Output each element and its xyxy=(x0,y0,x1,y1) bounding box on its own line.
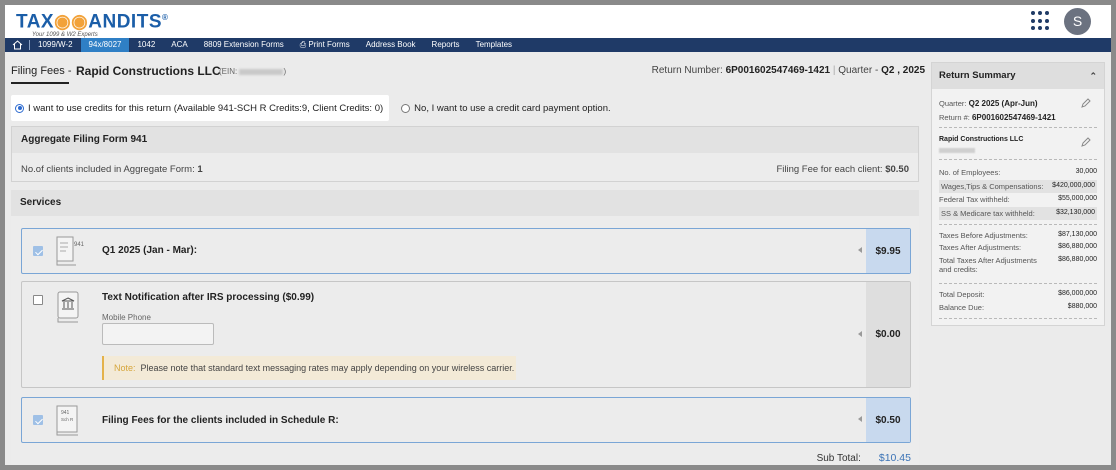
services-title: Services xyxy=(11,190,919,216)
summary-row: Taxes Before Adjustments: $87,130,000 xyxy=(939,231,1097,240)
service-schr-price: $0.50 xyxy=(866,398,910,442)
top-bar: TAX◉◉ANDITS® Your 1099 & W2 Experts S xyxy=(5,5,1111,38)
services-card: Services 941 Q1 2025 (Jan - Mar): $9.95 xyxy=(11,190,919,465)
filing-fees-label: Filing Fees - xyxy=(11,65,72,77)
nav-item-aca[interactable]: ACA xyxy=(163,38,195,52)
nav-item-94x-8027[interactable]: 94x/8027 xyxy=(80,38,130,52)
summary-title: Return Summary ⌃ xyxy=(932,63,1104,89)
summary-return: Return #: 6P001602547469-1421 xyxy=(939,113,1056,122)
ein-label: (EIN: ) xyxy=(219,67,287,76)
expand-arrow-icon[interactable] xyxy=(858,330,862,337)
form-941-icon: 941 xyxy=(56,236,84,266)
summary-row: Taxes After Adjustments: $86,880,000 xyxy=(939,243,1097,252)
main-nav: 1099/W-2 94x/8027 1042 ACA 8809 Extensio… xyxy=(5,38,1111,52)
brand-logo[interactable]: TAX◉◉ANDITS® Your 1099 & W2 Experts xyxy=(16,8,168,39)
clients-count: 1 xyxy=(197,164,203,175)
ein-redacted xyxy=(239,68,284,75)
card-label: No, I want to use a credit card payment … xyxy=(414,102,611,114)
summary-row: Total Taxes After Adjustments and credit… xyxy=(939,256,1097,274)
bank-icon xyxy=(57,291,79,323)
return-info: Return Number: 6P001602547469-1421 | Qua… xyxy=(651,65,925,76)
edit-pencil-icon[interactable] xyxy=(1080,97,1092,109)
service-text-checkbox[interactable] xyxy=(33,295,43,305)
svg-text:941: 941 xyxy=(61,410,70,416)
summary-row: Total Deposit: $86,000,000 xyxy=(939,290,1097,299)
nav-item-1099-w2[interactable]: 1099/W-2 xyxy=(30,38,81,52)
service-q1-title: Q1 2025 (Jan - Mar): xyxy=(102,245,198,256)
service-q1-price: $9.95 xyxy=(866,229,910,273)
fee-info: Filing Fee for each client: $0.50 xyxy=(776,164,909,175)
clients-info: No.of clients included in Aggregate Form… xyxy=(21,164,203,175)
schedule-r-icon: 941 Sch R xyxy=(56,405,78,436)
summary-row: Wages,Tips & Compensations: $420,000,000 xyxy=(939,180,1097,193)
app-window: TAX◉◉ANDITS® Your 1099 & W2 Experts S 10… xyxy=(5,5,1111,465)
fee-value: $0.50 xyxy=(885,164,909,175)
service-schr-checkbox[interactable] xyxy=(33,415,43,425)
card-option[interactable]: No, I want to use a credit card payment … xyxy=(401,102,611,114)
credits-option[interactable]: I want to use credits for this return (A… xyxy=(11,95,390,121)
service-schedule-r: 941 Sch R Filing Fees for the clients in… xyxy=(21,397,911,443)
home-icon[interactable] xyxy=(5,38,29,52)
aggregate-title: Aggregate Filing Form 941 xyxy=(12,127,918,153)
app-grid-icon[interactable] xyxy=(1031,11,1051,31)
filing-fees-underline xyxy=(11,82,69,84)
credits-label: I want to use credits for this return (A… xyxy=(28,102,384,114)
expand-arrow-icon[interactable] xyxy=(858,247,862,253)
summary-row: Balance Due: $880,000 xyxy=(939,303,1097,312)
summary-row: SS & Medicare tax withheld: $32,130,000 xyxy=(939,207,1097,220)
edit-pencil-icon[interactable] xyxy=(1080,136,1092,148)
aggregate-card: Aggregate Filing Form 941 No.of clients … xyxy=(11,126,919,182)
expand-arrow-icon[interactable] xyxy=(858,416,862,422)
service-q1-checkbox[interactable] xyxy=(33,246,43,256)
svg-text:941: 941 xyxy=(74,242,84,248)
subtotal-value: $10.45 xyxy=(878,452,911,464)
summary-company: Rapid Constructions LLC xyxy=(939,136,1024,143)
nav-item-reports[interactable]: Reports xyxy=(424,38,468,52)
card-radio[interactable] xyxy=(401,103,411,113)
return-summary: Return Summary ⌃ Quarter: Q2 2025 (Apr-J… xyxy=(931,62,1105,326)
nav-item-8809-extension[interactable]: 8809 Extension Forms xyxy=(196,38,292,52)
service-text-notification: Text Notification after IRS processing (… xyxy=(21,281,911,388)
aggregate-row: No.of clients included in Aggregate Form… xyxy=(12,164,918,175)
sms-note: Note: Please note that standard text mes… xyxy=(102,356,516,380)
service-text-title: Text Notification after IRS processing (… xyxy=(102,292,315,303)
service-text-price: $0.00 xyxy=(866,282,910,387)
summary-quarter: Quarter: Q2 2025 (Apr-Jun) xyxy=(939,99,1038,108)
nav-item-address-book[interactable]: Address Book xyxy=(358,38,424,52)
service-schr-title: Filing Fees for the clients included in … xyxy=(102,415,339,426)
nav-item-templates[interactable]: Templates xyxy=(468,38,520,52)
user-avatar[interactable]: S xyxy=(1064,8,1091,35)
mobile-phone-input[interactable] xyxy=(102,323,214,345)
summary-row: No. of Employees: 30,000 xyxy=(939,168,1097,177)
summary-ein-redacted xyxy=(939,146,975,155)
collapse-caret-icon[interactable]: ⌃ xyxy=(1089,63,1097,89)
quarter-value: Q2 , 2025 xyxy=(881,65,925,76)
brand-wordmark: TAX◉◉ANDITS® xyxy=(16,11,169,33)
subtotal: Sub Total: $10.45 xyxy=(816,452,911,464)
credits-radio[interactable] xyxy=(15,103,24,113)
nav-item-print-forms[interactable]: ⎙ Print Forms xyxy=(292,38,358,52)
payment-options: I want to use credits for this return (A… xyxy=(11,95,611,121)
svg-text:Sch R: Sch R xyxy=(61,417,74,422)
company-name: Rapid Constructions LLC xyxy=(76,64,221,78)
return-number: 6P001602547469-1421 xyxy=(725,65,831,76)
summary-row: Federal Tax withheld: $55,000,000 xyxy=(939,195,1097,204)
mobile-phone-label: Mobile Phone xyxy=(102,313,151,322)
nav-item-1042[interactable]: 1042 xyxy=(129,38,163,52)
filing-fees-header: Filing Fees - Rapid Constructions LLC (E… xyxy=(11,64,925,84)
service-q1: 941 Q1 2025 (Jan - Mar): $9.95 xyxy=(21,228,911,274)
